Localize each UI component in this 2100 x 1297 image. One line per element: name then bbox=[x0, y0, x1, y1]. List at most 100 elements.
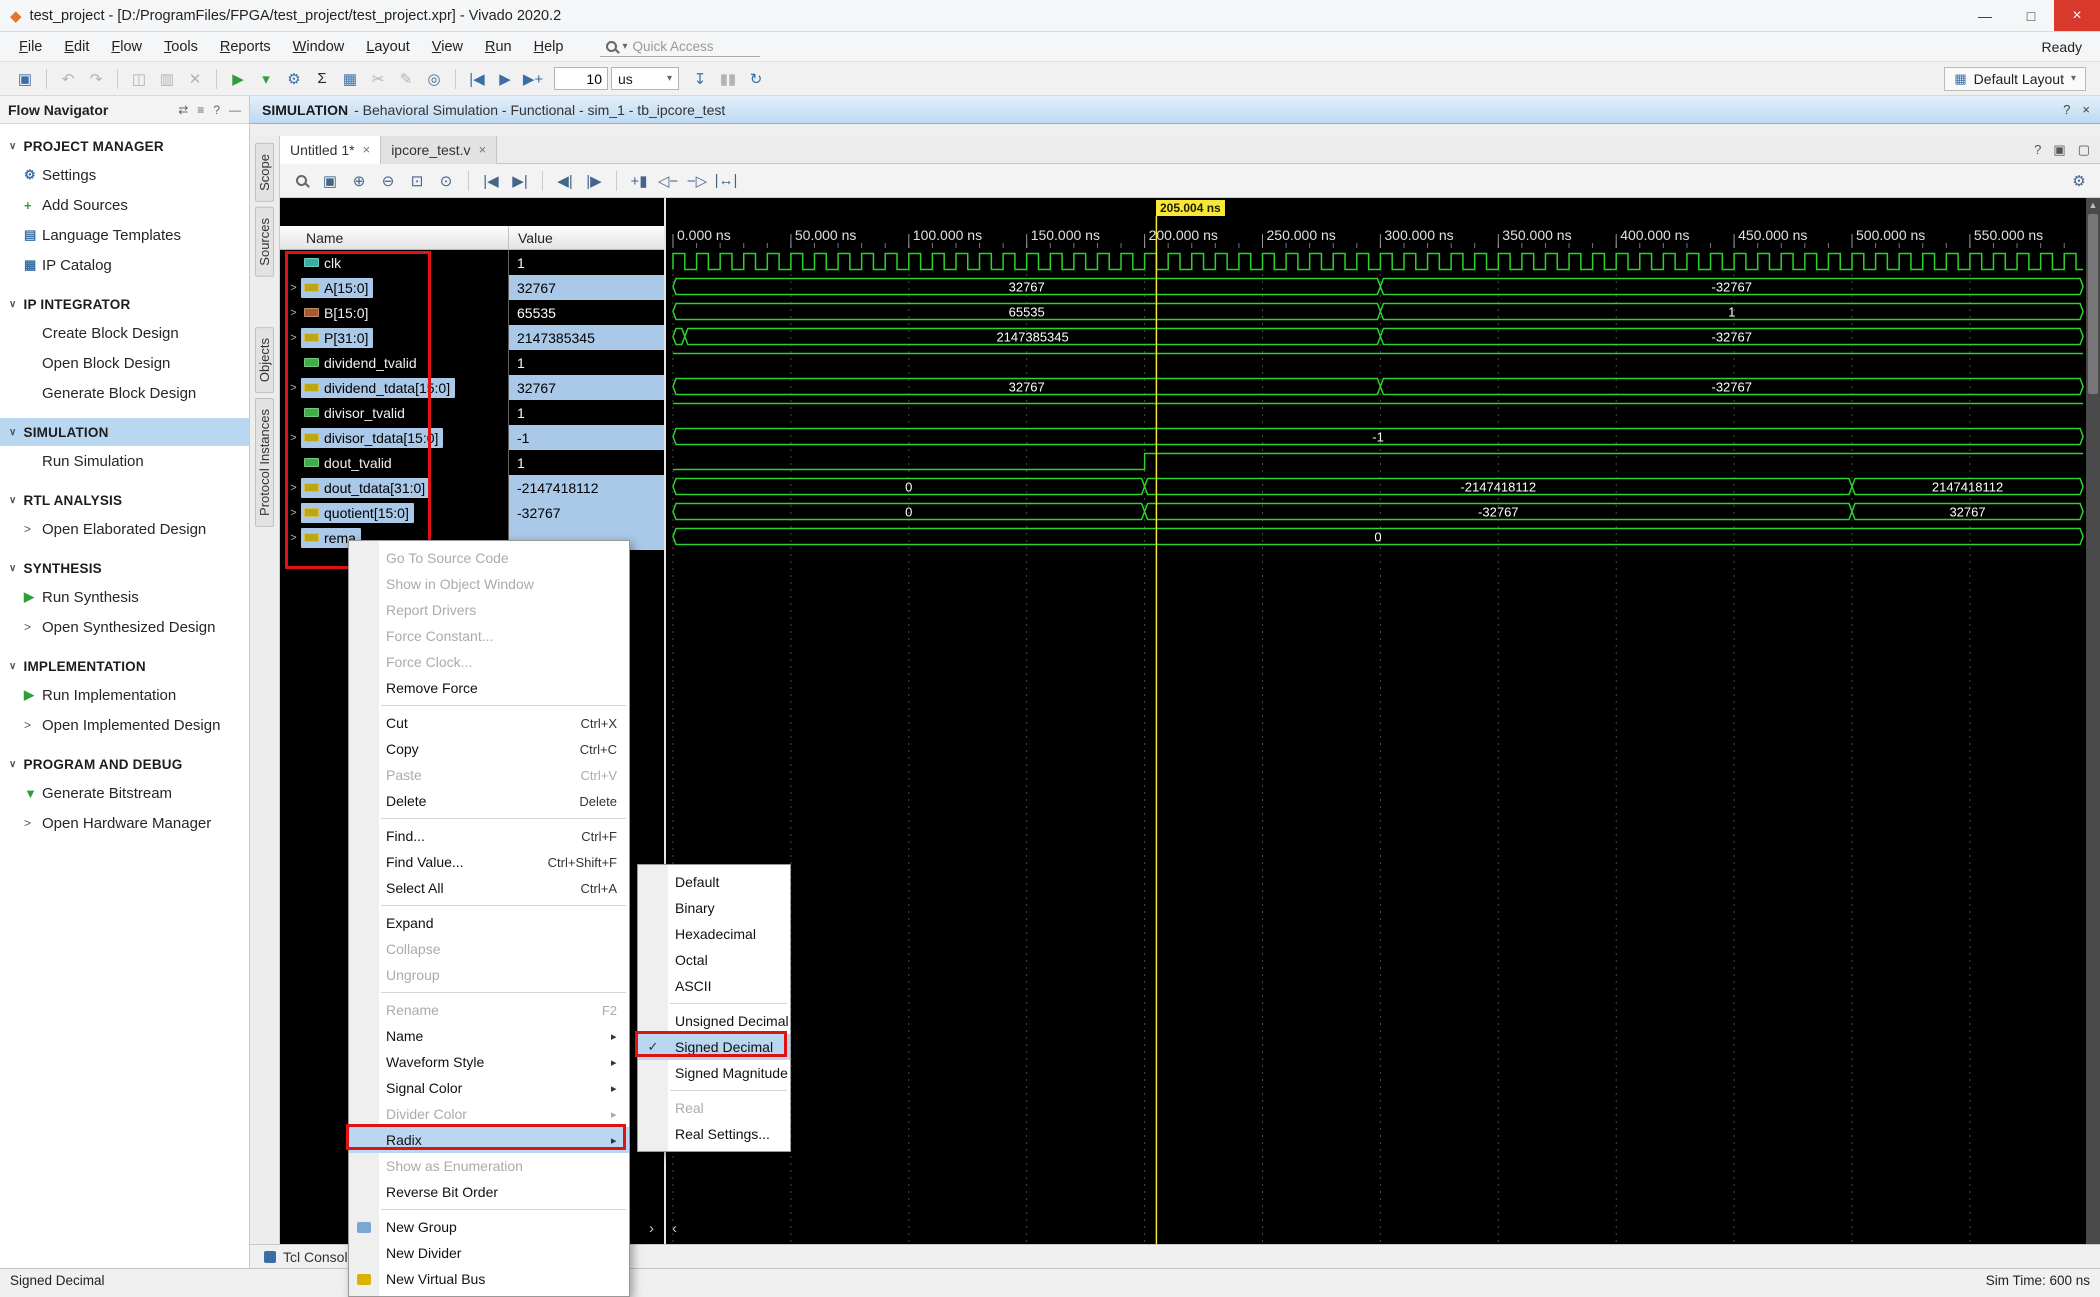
flow-item-ip-catalog[interactable]: ▦IP Catalog bbox=[0, 250, 249, 280]
menu-item-waveform-style[interactable]: Waveform Style▸ bbox=[349, 1049, 629, 1075]
quick-access-search[interactable]: ▾ Quick Access bbox=[600, 37, 760, 57]
expand-icon[interactable]: > bbox=[286, 307, 301, 319]
side-tab-objects[interactable]: Objects bbox=[255, 327, 274, 393]
close-button[interactable]: × bbox=[2054, 0, 2100, 31]
menu-reports[interactable]: Reports bbox=[209, 39, 282, 55]
save-project-icon[interactable]: ▣ bbox=[12, 66, 38, 92]
section-header-ip-integrator[interactable]: ∨IP INTEGRATOR bbox=[0, 290, 249, 318]
menu-item-copy[interactable]: CopyCtrl+C bbox=[349, 736, 629, 762]
section-header-simulation[interactable]: ∨SIMULATION bbox=[0, 418, 249, 446]
help-icon[interactable]: ? bbox=[2034, 142, 2041, 158]
break-icon[interactable]: ▮▮ bbox=[715, 66, 741, 92]
menu-item-cut[interactable]: CutCtrl+X bbox=[349, 710, 629, 736]
menu-item-binary[interactable]: Binary bbox=[638, 895, 790, 921]
tab-tcl-console[interactable]: Tcl Consol bbox=[283, 1249, 348, 1265]
run-icon[interactable]: ▶ bbox=[225, 66, 251, 92]
undo-icon[interactable]: ↶ bbox=[55, 66, 81, 92]
next-marker-icon[interactable]: −▷ bbox=[684, 168, 710, 194]
tab-untitled-1[interactable]: Untitled 1*× bbox=[280, 136, 381, 164]
flow-item-language-templates[interactable]: ▤Language Templates bbox=[0, 220, 249, 250]
scroll-right-icon[interactable]: › bbox=[649, 1221, 654, 1236]
flow-help-icon[interactable]: ? bbox=[213, 103, 220, 117]
signal-row-dividend-tvalid[interactable]: dividend_tvalid1 bbox=[280, 350, 664, 375]
flow-item-run-synthesis[interactable]: ▶Run Synthesis bbox=[0, 582, 249, 612]
menu-view[interactable]: View bbox=[421, 39, 474, 55]
menu-item-select-all[interactable]: Select AllCtrl+A bbox=[349, 875, 629, 901]
flow-item-open-synthesized-design[interactable]: >Open Synthesized Design bbox=[0, 612, 249, 642]
restart-icon[interactable]: |◀ bbox=[464, 66, 490, 92]
menu-edit[interactable]: Edit bbox=[53, 39, 100, 55]
redo-icon[interactable]: ↷ bbox=[83, 66, 109, 92]
edit-icon[interactable]: ✎ bbox=[393, 66, 419, 92]
goto-time-0-icon[interactable]: |◀ bbox=[478, 168, 504, 194]
column-header-value[interactable]: Value bbox=[508, 226, 664, 249]
menu-item-find[interactable]: Find...Ctrl+F bbox=[349, 823, 629, 849]
menu-file[interactable]: File bbox=[8, 39, 53, 55]
flow-minimize-icon[interactable]: — bbox=[229, 103, 241, 117]
expand-icon[interactable]: > bbox=[286, 432, 301, 444]
flow-item-add-sources[interactable]: +Add Sources bbox=[0, 190, 249, 220]
close-icon[interactable]: × bbox=[363, 142, 371, 157]
previous-transition-icon[interactable]: ◀| bbox=[552, 168, 578, 194]
paste-icon[interactable]: ▥ bbox=[154, 66, 180, 92]
step-icon[interactable]: ↧ bbox=[687, 66, 713, 92]
section-header-synthesis[interactable]: ∨SYNTHESIS bbox=[0, 554, 249, 582]
menu-run[interactable]: Run bbox=[474, 39, 523, 55]
vertical-scrollbar[interactable]: ▲ bbox=[2086, 198, 2100, 1244]
signal-row-quotient-15-0[interactable]: >quotient[15:0]-32767 bbox=[280, 500, 664, 525]
probe-icon[interactable]: ◎ bbox=[421, 66, 447, 92]
scrollbar-thumb[interactable] bbox=[2088, 214, 2098, 394]
sum-icon[interactable]: Σ bbox=[309, 66, 335, 92]
menu-item-delete[interactable]: DeleteDelete bbox=[349, 788, 629, 814]
flow-item-create-block-design[interactable]: Create Block Design bbox=[0, 318, 249, 348]
expand-icon[interactable]: > bbox=[286, 332, 301, 344]
section-header-program-and-debug[interactable]: ∨PROGRAM AND DEBUG bbox=[0, 750, 249, 778]
menu-item-reverse-bit-order[interactable]: Reverse Bit Order bbox=[349, 1179, 629, 1205]
zoom-out-icon[interactable]: ⊖ bbox=[375, 168, 401, 194]
float-icon[interactable]: ▣ bbox=[2053, 142, 2065, 158]
menu-item-ascii[interactable]: ASCII bbox=[638, 973, 790, 999]
flow-item-open-block-design[interactable]: Open Block Design bbox=[0, 348, 249, 378]
menu-item-default[interactable]: Default bbox=[638, 869, 790, 895]
flow-item-settings[interactable]: ⚙Settings bbox=[0, 160, 249, 190]
flow-toggle-icon[interactable]: ⇄ bbox=[178, 103, 188, 117]
cut-icon[interactable]: ✂ bbox=[365, 66, 391, 92]
flow-item-run-implementation[interactable]: ▶Run Implementation bbox=[0, 680, 249, 710]
menu-layout[interactable]: Layout bbox=[355, 39, 421, 55]
run-options-icon[interactable]: ▾ bbox=[253, 66, 279, 92]
prev-marker-icon[interactable]: ◁− bbox=[655, 168, 681, 194]
column-header-name[interactable]: Name bbox=[280, 230, 508, 246]
flow-item-open-hardware-manager[interactable]: >Open Hardware Manager bbox=[0, 808, 249, 838]
menu-tools[interactable]: Tools bbox=[153, 39, 209, 55]
flow-item-open-elaborated-design[interactable]: >Open Elaborated Design bbox=[0, 514, 249, 544]
signal-row-p-31-0[interactable]: >P[31:0]2147385345 bbox=[280, 325, 664, 350]
menu-item-name[interactable]: Name▸ bbox=[349, 1023, 629, 1049]
expand-icon[interactable]: > bbox=[286, 282, 301, 294]
flow-item-generate-bitstream[interactable]: ▼Generate Bitstream bbox=[0, 778, 249, 808]
menu-item-real-settings[interactable]: Real Settings... bbox=[638, 1121, 790, 1147]
side-tab-sources[interactable]: Sources bbox=[255, 207, 274, 277]
waveform-view[interactable]: 0.000 ns50.000 ns100.000 ns150.000 ns200… bbox=[664, 198, 2086, 1244]
menu-flow[interactable]: Flow bbox=[100, 39, 153, 55]
expand-icon[interactable]: > bbox=[286, 532, 301, 544]
expand-icon[interactable]: > bbox=[286, 482, 301, 494]
menu-item-find-value[interactable]: Find Value...Ctrl+Shift+F bbox=[349, 849, 629, 875]
section-header-rtl-analysis[interactable]: ∨RTL ANALYSIS bbox=[0, 486, 249, 514]
settings-gear-icon[interactable]: ⚙ bbox=[281, 66, 307, 92]
add-marker-icon[interactable]: +▮ bbox=[626, 168, 652, 194]
flow-menu-icon[interactable]: ≡ bbox=[197, 103, 204, 117]
sim-run-time-input[interactable] bbox=[554, 67, 608, 90]
next-transition-icon[interactable]: |▶ bbox=[581, 168, 607, 194]
swap-cursors-icon[interactable]: |↔| bbox=[713, 168, 739, 194]
zoom-to-cursor-icon[interactable]: ⊙ bbox=[433, 168, 459, 194]
help-icon[interactable]: ? bbox=[2063, 102, 2070, 117]
menu-item-octal[interactable]: Octal bbox=[638, 947, 790, 973]
menu-item-expand[interactable]: Expand bbox=[349, 910, 629, 936]
delete-icon[interactable]: ✕ bbox=[182, 66, 208, 92]
menu-window[interactable]: Window bbox=[282, 39, 356, 55]
flow-item-generate-block-design[interactable]: Generate Block Design bbox=[0, 378, 249, 408]
signal-row-dout-tdata-31-0[interactable]: >dout_tdata[31:0]-2147418112 bbox=[280, 475, 664, 500]
goto-last-time-icon[interactable]: ▶| bbox=[507, 168, 533, 194]
close-icon[interactable]: × bbox=[2082, 102, 2090, 117]
menu-item-signed-decimal[interactable]: ✓Signed Decimal bbox=[638, 1034, 790, 1060]
